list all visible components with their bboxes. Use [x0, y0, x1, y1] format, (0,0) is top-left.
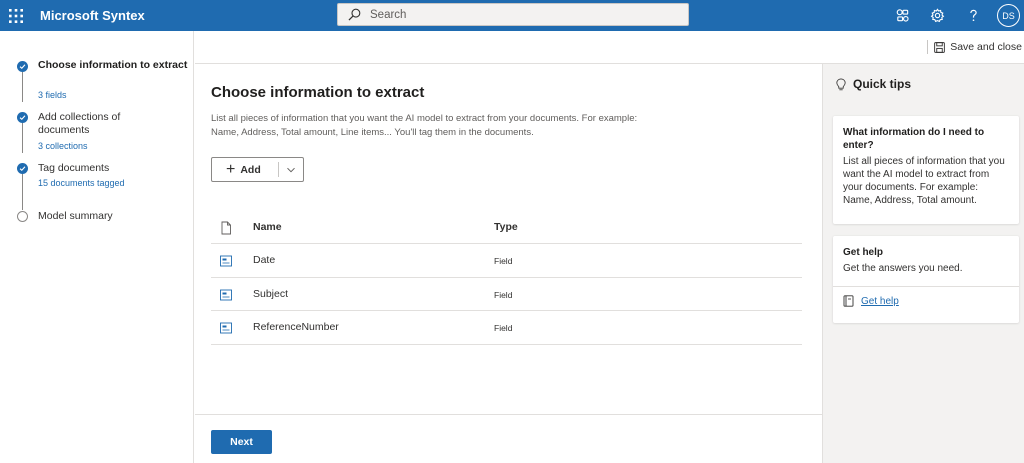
- wizard-footer: Next: [195, 414, 822, 463]
- document-icon: [221, 221, 231, 235]
- gear-icon: [930, 8, 944, 23]
- fields-table: Name Type Date Field Subject Field Refer…: [211, 211, 802, 345]
- step-pending-circle-icon: [17, 211, 28, 222]
- chevron-down-icon: [286, 167, 295, 172]
- tip-card-heading: What information do I need to enter?: [843, 127, 985, 151]
- add-field-button[interactable]: + Add: [212, 158, 278, 181]
- get-help-link[interactable]: Get help: [843, 295, 1009, 307]
- tip-card-body: List all pieces of information that you …: [843, 156, 1005, 206]
- field-name: ReferenceNumber: [253, 321, 339, 333]
- add-field-label: Add: [240, 163, 261, 176]
- step-choose-information-subtitle: 3 fields: [38, 90, 67, 100]
- save-and-close-button[interactable]: Save and close: [927, 40, 1022, 54]
- step-complete-check-icon: [17, 61, 28, 72]
- field-type: Field: [494, 289, 513, 300]
- add-field-split-button: + Add: [211, 157, 304, 182]
- table-row[interactable]: Date Field: [211, 244, 802, 278]
- step-complete-check-icon: [17, 112, 28, 123]
- step-choose-information[interactable]: Choose information to extract: [38, 59, 188, 72]
- field-type: Field: [494, 323, 513, 333]
- help-button[interactable]: [958, 0, 988, 31]
- step-connector: [22, 123, 24, 153]
- next-button[interactable]: Next: [211, 430, 272, 454]
- book-icon: [843, 295, 854, 307]
- field-icon: [220, 289, 232, 300]
- waffle-icon: [8, 8, 23, 23]
- question-mark-icon: [969, 9, 977, 22]
- main-content: Choose information to extract List all p…: [195, 64, 822, 414]
- user-avatar[interactable]: DS: [997, 4, 1020, 27]
- tip-card-get-help: Get help Get the answers you need. Get h…: [833, 236, 1019, 323]
- save-and-close-label: Save and close: [950, 41, 1022, 53]
- field-icon: [220, 255, 232, 267]
- table-row[interactable]: Subject Field: [211, 278, 802, 311]
- step-model-summary[interactable]: Model summary: [38, 210, 188, 223]
- step-complete-check-icon: [17, 163, 28, 174]
- column-header-name[interactable]: Name: [253, 221, 282, 233]
- search-box[interactable]: Search: [337, 3, 689, 26]
- tip-card-information: What information do I need to enter? Lis…: [833, 116, 1019, 224]
- page-title: Choose information to extract: [211, 84, 425, 101]
- step-add-collections-subtitle: 3 collections: [38, 141, 88, 151]
- field-name: Subject: [253, 287, 289, 300]
- my-content-button[interactable]: [887, 0, 917, 31]
- column-header-type[interactable]: Type: [494, 221, 518, 233]
- app-launcher-button[interactable]: [0, 0, 31, 31]
- lightbulb-icon: [836, 78, 846, 90]
- step-add-collections[interactable]: Add collections of documents: [38, 111, 148, 137]
- command-bar: Save and close: [195, 31, 1024, 64]
- field-type: Field: [494, 256, 513, 266]
- wizard-stepper: Choose information to extract 3 fields A…: [0, 31, 194, 463]
- quick-tips-header: Quick tips: [835, 77, 911, 91]
- step-tag-documents[interactable]: Tag documents: [38, 162, 188, 175]
- suite-header: Microsoft Syntex Search DS: [0, 0, 1024, 31]
- quick-tips-panel: Quick tips What information do I need to…: [822, 64, 1024, 463]
- search-placeholder: Search: [370, 8, 407, 21]
- field-name: Date: [253, 254, 276, 266]
- table-row[interactable]: ReferenceNumber Field: [211, 311, 802, 345]
- add-options-dropdown[interactable]: [279, 158, 303, 181]
- save-icon: [934, 41, 946, 53]
- get-help-heading: Get help: [843, 247, 884, 258]
- step-tag-documents-subtitle: 15 documents tagged: [38, 178, 125, 188]
- table-header-row: Name Type: [211, 211, 802, 244]
- app-title[interactable]: Microsoft Syntex: [40, 8, 145, 23]
- get-help-link-label: Get help: [861, 295, 899, 307]
- content-hub-icon: [896, 9, 909, 22]
- command-separator: [927, 40, 929, 54]
- field-icon: [220, 322, 232, 334]
- search-icon: [348, 8, 361, 21]
- plus-icon: +: [226, 160, 236, 178]
- page-description: List all pieces of information that you …: [211, 113, 638, 138]
- get-help-body: Get the answers you need.: [843, 263, 963, 274]
- step-connector: [22, 72, 24, 102]
- quick-tips-title: Quick tips: [853, 77, 912, 91]
- card-divider: [833, 286, 1019, 287]
- step-connector: [22, 174, 24, 210]
- settings-button[interactable]: [922, 0, 952, 31]
